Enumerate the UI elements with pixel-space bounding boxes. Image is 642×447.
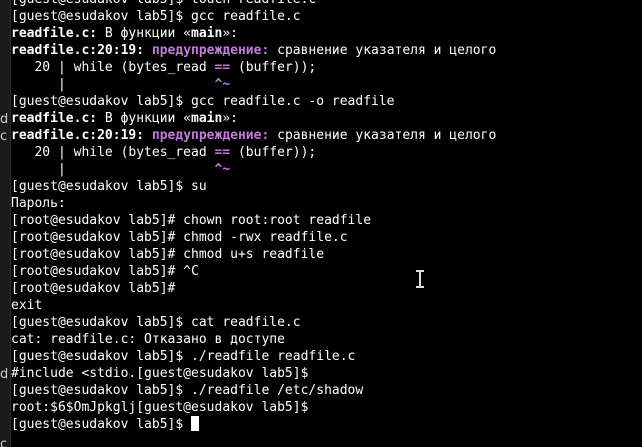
terminal-text-segment: В функции «	[97, 26, 192, 41]
terminal-line: readfile.c:20:19: предупреждение: сравне…	[11, 127, 642, 144]
terminal-line: [guest@esudakov lab5]$ touch readfile.c	[11, 0, 642, 8]
terminal-line: [root@esudakov lab5]# chown root:root re…	[11, 212, 642, 229]
terminal-text-segment: ==	[214, 60, 231, 75]
terminal-text-segment: exit	[11, 298, 43, 313]
terminal-line: [root@esudakov lab5]# ^C	[11, 263, 642, 280]
terminal-text-segment: [guest@esudakov lab5]$ cat readfile.c	[11, 315, 301, 330]
terminal-text-segment: main	[191, 111, 223, 126]
terminal-text-segment: [guest@esudakov lab5]$	[11, 417, 192, 432]
terminal-text-segment: (buffer));	[230, 60, 317, 75]
terminal-text-segment: readfile.c:	[11, 111, 98, 126]
terminal-line: [guest@esudakov lab5]$ gcc readfile.c -o…	[11, 93, 642, 110]
terminal-text-segment: [root@esudakov lab5]# chown root:root re…	[11, 213, 372, 228]
terminal-text-segment: 20 | while (bytes_read	[11, 60, 215, 75]
terminal-text-segment: предупреждение:	[151, 128, 270, 143]
background-window-text-fragment: d	[0, 112, 9, 127]
terminal-text-segment: readfile.c:20:19:	[11, 43, 145, 58]
terminal-text-segment: #include <stdio.[guest@esudakov lab5]$	[11, 366, 309, 381]
terminal-text-segment: [guest@esudakov lab5]$ ./readfile /etc/s…	[11, 383, 364, 398]
background-window-edge: dcdc	[0, 0, 11, 447]
terminal-line: | ^~	[11, 161, 642, 178]
terminal-text-segment: 20 | while (bytes_read	[11, 145, 215, 160]
terminal-text-segment: ^~	[214, 162, 231, 177]
terminal-text-segment: »:	[222, 111, 238, 126]
terminal-line: [root@esudakov lab5]# chmod u+s readfile	[11, 246, 642, 263]
terminal-line: | ^~	[11, 76, 642, 93]
terminal-line: #include <stdio.[guest@esudakov lab5]$	[11, 365, 642, 382]
terminal-text-segment: [guest@esudakov lab5]$ su	[11, 179, 207, 194]
terminal-line: [root@esudakov lab5]# chmod -rwx readfil…	[11, 229, 642, 246]
terminal-text-segment: |	[11, 77, 215, 92]
terminal-output[interactable]: [guest@esudakov lab5]$ touch readfile.c […	[11, 0, 642, 433]
terminal-line: cat: readfile.c: Отказано в доступе	[11, 331, 642, 348]
terminal-line: [guest@esudakov lab5]$ ./readfile readfi…	[11, 348, 642, 365]
terminal-line: readfile.c: В функции «main»:	[11, 110, 642, 127]
terminal-line: [guest@esudakov lab5]$	[11, 416, 642, 433]
terminal-text-segment: В функции «	[97, 111, 192, 126]
terminal-line: 20 | while (bytes_read == (buffer));	[11, 144, 642, 161]
background-window-text-fragment: c	[0, 437, 8, 447]
terminal-window[interactable]: dcdc [guest@esudakov lab5]$ touch readfi…	[0, 0, 642, 447]
terminal-text-segment: Пароль:	[11, 196, 66, 211]
terminal-line: exit	[11, 297, 642, 314]
terminal-line: 20 | while (bytes_read == (buffer));	[11, 59, 642, 76]
terminal-text-segment: [guest@esudakov lab5]$ gcc readfile.c -o…	[11, 94, 395, 109]
terminal-text-segment: (buffer));	[230, 145, 317, 160]
terminal-text-segment: [root@esudakov lab5]# chmod -rwx readfil…	[11, 230, 348, 245]
terminal-text-segment: ==	[214, 145, 231, 160]
background-window-text-fragment: d	[0, 367, 9, 382]
terminal-line: [guest@esudakov lab5]$ su	[11, 178, 642, 195]
terminal-text-segment: [guest@esudakov lab5]$ ./readfile readfi…	[11, 349, 356, 364]
terminal-text-segment: root:$6$OmJpkglj[guest@esudakov lab5]$	[11, 400, 309, 415]
terminal-text-segment: [root@esudakov lab5]# ^C	[11, 264, 199, 279]
terminal-block-cursor	[191, 416, 200, 431]
terminal-line: root:$6$OmJpkglj[guest@esudakov lab5]$	[11, 399, 642, 416]
terminal-text-segment: ^~	[214, 77, 231, 92]
terminal-line: [root@esudakov lab5]#	[11, 280, 642, 297]
terminal-text-segment: [guest@esudakov lab5]$ gcc readfile.c	[11, 9, 301, 24]
terminal-text-segment: »:	[222, 26, 238, 41]
background-window-text-fragment: c	[0, 129, 8, 144]
terminal-line: [guest@esudakov lab5]$ gcc readfile.c	[11, 8, 642, 25]
terminal-text-segment: сравнение указателя и целого	[269, 43, 497, 58]
terminal-text-segment: readfile.c:	[11, 26, 98, 41]
terminal-line: [guest@esudakov lab5]$ ./readfile /etc/s…	[11, 382, 642, 399]
terminal-line: readfile.c: В функции «main»:	[11, 25, 642, 42]
terminal-text-segment: предупреждение:	[151, 43, 270, 58]
terminal-text-segment: сравнение указателя и целого	[269, 128, 497, 143]
terminal-text-segment: [root@esudakov lab5]# chmod u+s readfile	[11, 247, 325, 262]
text-cursor-ibeam-icon	[416, 270, 424, 288]
terminal-text-segment: |	[11, 162, 215, 177]
terminal-text-segment: [root@esudakov lab5]#	[11, 281, 176, 296]
terminal-line: readfile.c:20:19: предупреждение: сравне…	[11, 42, 642, 59]
terminal-text-segment: [guest@esudakov lab5]$ touch readfile.c	[11, 0, 316, 7]
terminal-text-segment: cat: readfile.c: Отказано в доступе	[11, 332, 285, 347]
terminal-text-segment: readfile.c:20:19:	[11, 128, 145, 143]
terminal-text-segment: main	[191, 26, 223, 41]
terminal-line: [guest@esudakov lab5]$ cat readfile.c	[11, 314, 642, 331]
terminal-line: Пароль:	[11, 195, 642, 212]
